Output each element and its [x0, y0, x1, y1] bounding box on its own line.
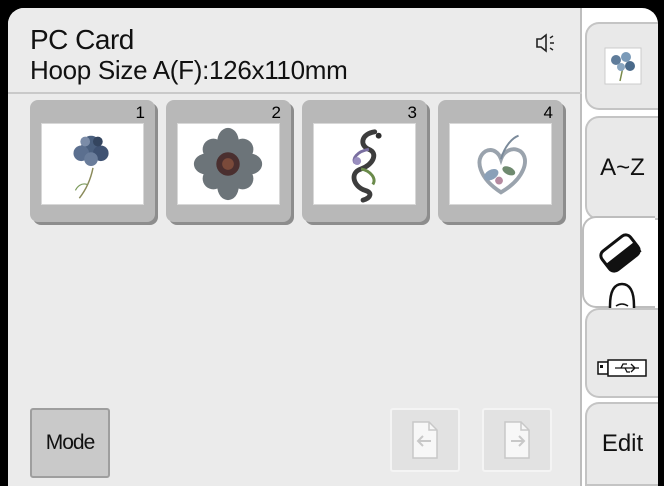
header-divider: [8, 92, 582, 94]
swirl-ornament-design: [313, 123, 416, 205]
mode-button[interactable]: Mode: [30, 408, 110, 478]
heart-flower-design: [449, 123, 552, 205]
tab-label: Edit: [601, 430, 644, 457]
carnation-flower-design: [41, 123, 144, 205]
hoop-size-label: Hoop Size A(F):126x110mm: [30, 55, 348, 85]
main-panel: PC Card Hoop Size A(F):126x110mm 1 2 3 4…: [8, 8, 582, 486]
pc-card-icon: [598, 233, 642, 273]
prev-page-button[interactable]: [390, 408, 460, 472]
page-prev-icon: [412, 421, 438, 459]
tab-label: A~Z: [600, 154, 645, 181]
design-number: 1: [135, 103, 145, 122]
design-number: 2: [271, 103, 281, 122]
page-next-icon: [504, 421, 530, 459]
tab-edit[interactable]: Edit: [585, 402, 658, 486]
design-thumbnail-4[interactable]: 4: [438, 100, 563, 222]
usb-icon: [596, 359, 647, 377]
tab-usb[interactable]: [585, 308, 658, 398]
design-thumbnail-1[interactable]: 1: [30, 100, 155, 222]
design-number: 3: [407, 103, 417, 122]
design-thumbnail-3[interactable]: 3: [302, 100, 427, 222]
tab-alphabet[interactable]: A~Z: [585, 116, 658, 220]
next-page-button[interactable]: [482, 408, 552, 472]
screen: PC Card Hoop Size A(F):126x110mm 1 2 3 4…: [8, 8, 658, 486]
speaker-icon[interactable]: [534, 32, 558, 54]
tab-built-in-designs[interactable]: [585, 22, 658, 110]
flower-design-icon: [604, 47, 641, 85]
page-title: PC Card: [30, 24, 134, 55]
round-flower-design: [177, 123, 280, 205]
design-number: 4: [543, 103, 553, 122]
design-thumbnail-2[interactable]: 2: [166, 100, 291, 222]
